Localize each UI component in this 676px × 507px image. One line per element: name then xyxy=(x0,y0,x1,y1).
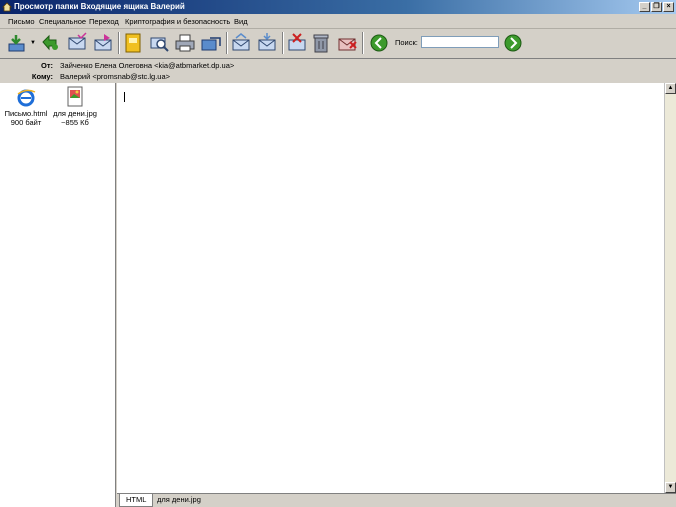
toolbar: ▼ Поиск: xyxy=(0,29,676,59)
menu-bar: Письмо Специальное Переход Криптография … xyxy=(0,14,676,29)
tab-image[interactable]: для дени.jpg xyxy=(151,494,207,506)
menu-item-go[interactable]: Переход xyxy=(89,16,119,27)
delete-mail-button[interactable] xyxy=(286,32,308,54)
mail-spam-icon xyxy=(338,38,357,51)
trash-can-icon xyxy=(313,34,329,53)
reply-all-icon xyxy=(42,34,58,51)
search-label: Поиск: xyxy=(395,38,418,47)
title-bar: Просмотр папки Входящие ящика Валерий _ … xyxy=(0,0,676,14)
save-dropdown-arrow-icon[interactable]: ▼ xyxy=(30,40,36,46)
attachment-item[interactable]: Письмо.html 900 байт xyxy=(1,86,51,127)
scroll-up-button[interactable]: ▲ xyxy=(665,83,676,94)
menu-item-crypto[interactable]: Криптография и безопасность xyxy=(125,16,230,27)
mail-down-button[interactable] xyxy=(256,32,278,54)
attachment-pane: Письмо.html 900 байт для дени.jpg ~855 К… xyxy=(0,83,116,507)
save-tray-icon xyxy=(8,35,25,52)
magnifier-mail-icon xyxy=(150,37,169,52)
menu-item-view[interactable]: Вид xyxy=(234,16,248,27)
previous-button[interactable] xyxy=(368,32,390,54)
view-tabs: HTML для дени.jpg xyxy=(117,493,676,507)
address-book-button[interactable] xyxy=(122,32,144,54)
vertical-scrollbar[interactable]: ▲ ▼ xyxy=(664,83,676,493)
house-icon xyxy=(2,2,12,12)
mail-check-icon xyxy=(68,32,87,50)
mail-up-icon xyxy=(232,33,250,51)
from-row: От: Зайченко Елена Олеговна <kia@atbmark… xyxy=(0,60,676,71)
message-headers: От: Зайченко Елена Олеговна <kia@atbmark… xyxy=(0,59,676,83)
send-mail-button[interactable] xyxy=(200,32,222,54)
ie-html-icon xyxy=(17,89,36,107)
mail-down-icon xyxy=(258,33,276,51)
scroll-down-button[interactable]: ▼ xyxy=(665,482,676,493)
reply-all-button[interactable] xyxy=(40,32,62,54)
menu-item-special[interactable]: Специальное xyxy=(39,16,86,27)
attachment-name: для дени.jpg xyxy=(53,109,97,118)
arrow-right-circle-icon xyxy=(504,34,522,52)
address-book-icon xyxy=(125,33,141,53)
mail-forward-icon xyxy=(94,34,112,51)
mail-delete-icon xyxy=(288,33,306,51)
spam-button[interactable] xyxy=(336,32,358,54)
from-label: От: xyxy=(40,61,53,70)
trash-button[interactable] xyxy=(310,32,332,54)
toolbar-separator xyxy=(118,32,120,54)
toolbar-separator xyxy=(362,32,364,54)
toolbar-separator xyxy=(226,32,228,54)
jpg-image-icon xyxy=(67,86,83,107)
tab-html[interactable]: HTML xyxy=(119,494,154,507)
mail-send-icon xyxy=(201,37,221,51)
arrow-left-circle-icon xyxy=(370,34,388,52)
window-title: Просмотр папки Входящие ящика Валерий xyxy=(14,2,185,11)
save-button[interactable] xyxy=(6,32,28,54)
print-button[interactable] xyxy=(174,32,196,54)
attachment-item[interactable]: для дени.jpg ~855 Кб xyxy=(50,86,100,127)
text-cursor xyxy=(124,92,125,102)
mail-up-button[interactable] xyxy=(230,32,252,54)
to-row: Кому: Валерий <promsnab@stc.lg.ua> xyxy=(0,71,676,82)
attachment-name: Письмо.html xyxy=(4,109,48,118)
toolbar-separator xyxy=(282,32,284,54)
search-mail-button[interactable] xyxy=(148,32,170,54)
printer-icon xyxy=(175,34,195,52)
to-label: Кому: xyxy=(31,72,53,81)
minimize-button[interactable]: _ xyxy=(639,2,650,12)
message-body[interactable] xyxy=(117,83,664,493)
next-button[interactable] xyxy=(502,32,524,54)
from-value: Зайченко Елена Олеговна <kia@atbmarket.d… xyxy=(60,61,235,70)
close-button[interactable]: × xyxy=(663,2,674,12)
search-input[interactable] xyxy=(421,36,499,48)
mail-forward-button[interactable] xyxy=(92,32,114,54)
to-value: Валерий <promsnab@stc.lg.ua> xyxy=(60,72,171,81)
menu-item-letter[interactable]: Письмо xyxy=(8,16,35,27)
attachment-size: ~855 Кб xyxy=(61,118,89,127)
attachment-size: 900 байт xyxy=(10,118,42,127)
restore-button[interactable]: ❐ xyxy=(651,2,662,12)
mail-check-button[interactable] xyxy=(66,32,88,54)
